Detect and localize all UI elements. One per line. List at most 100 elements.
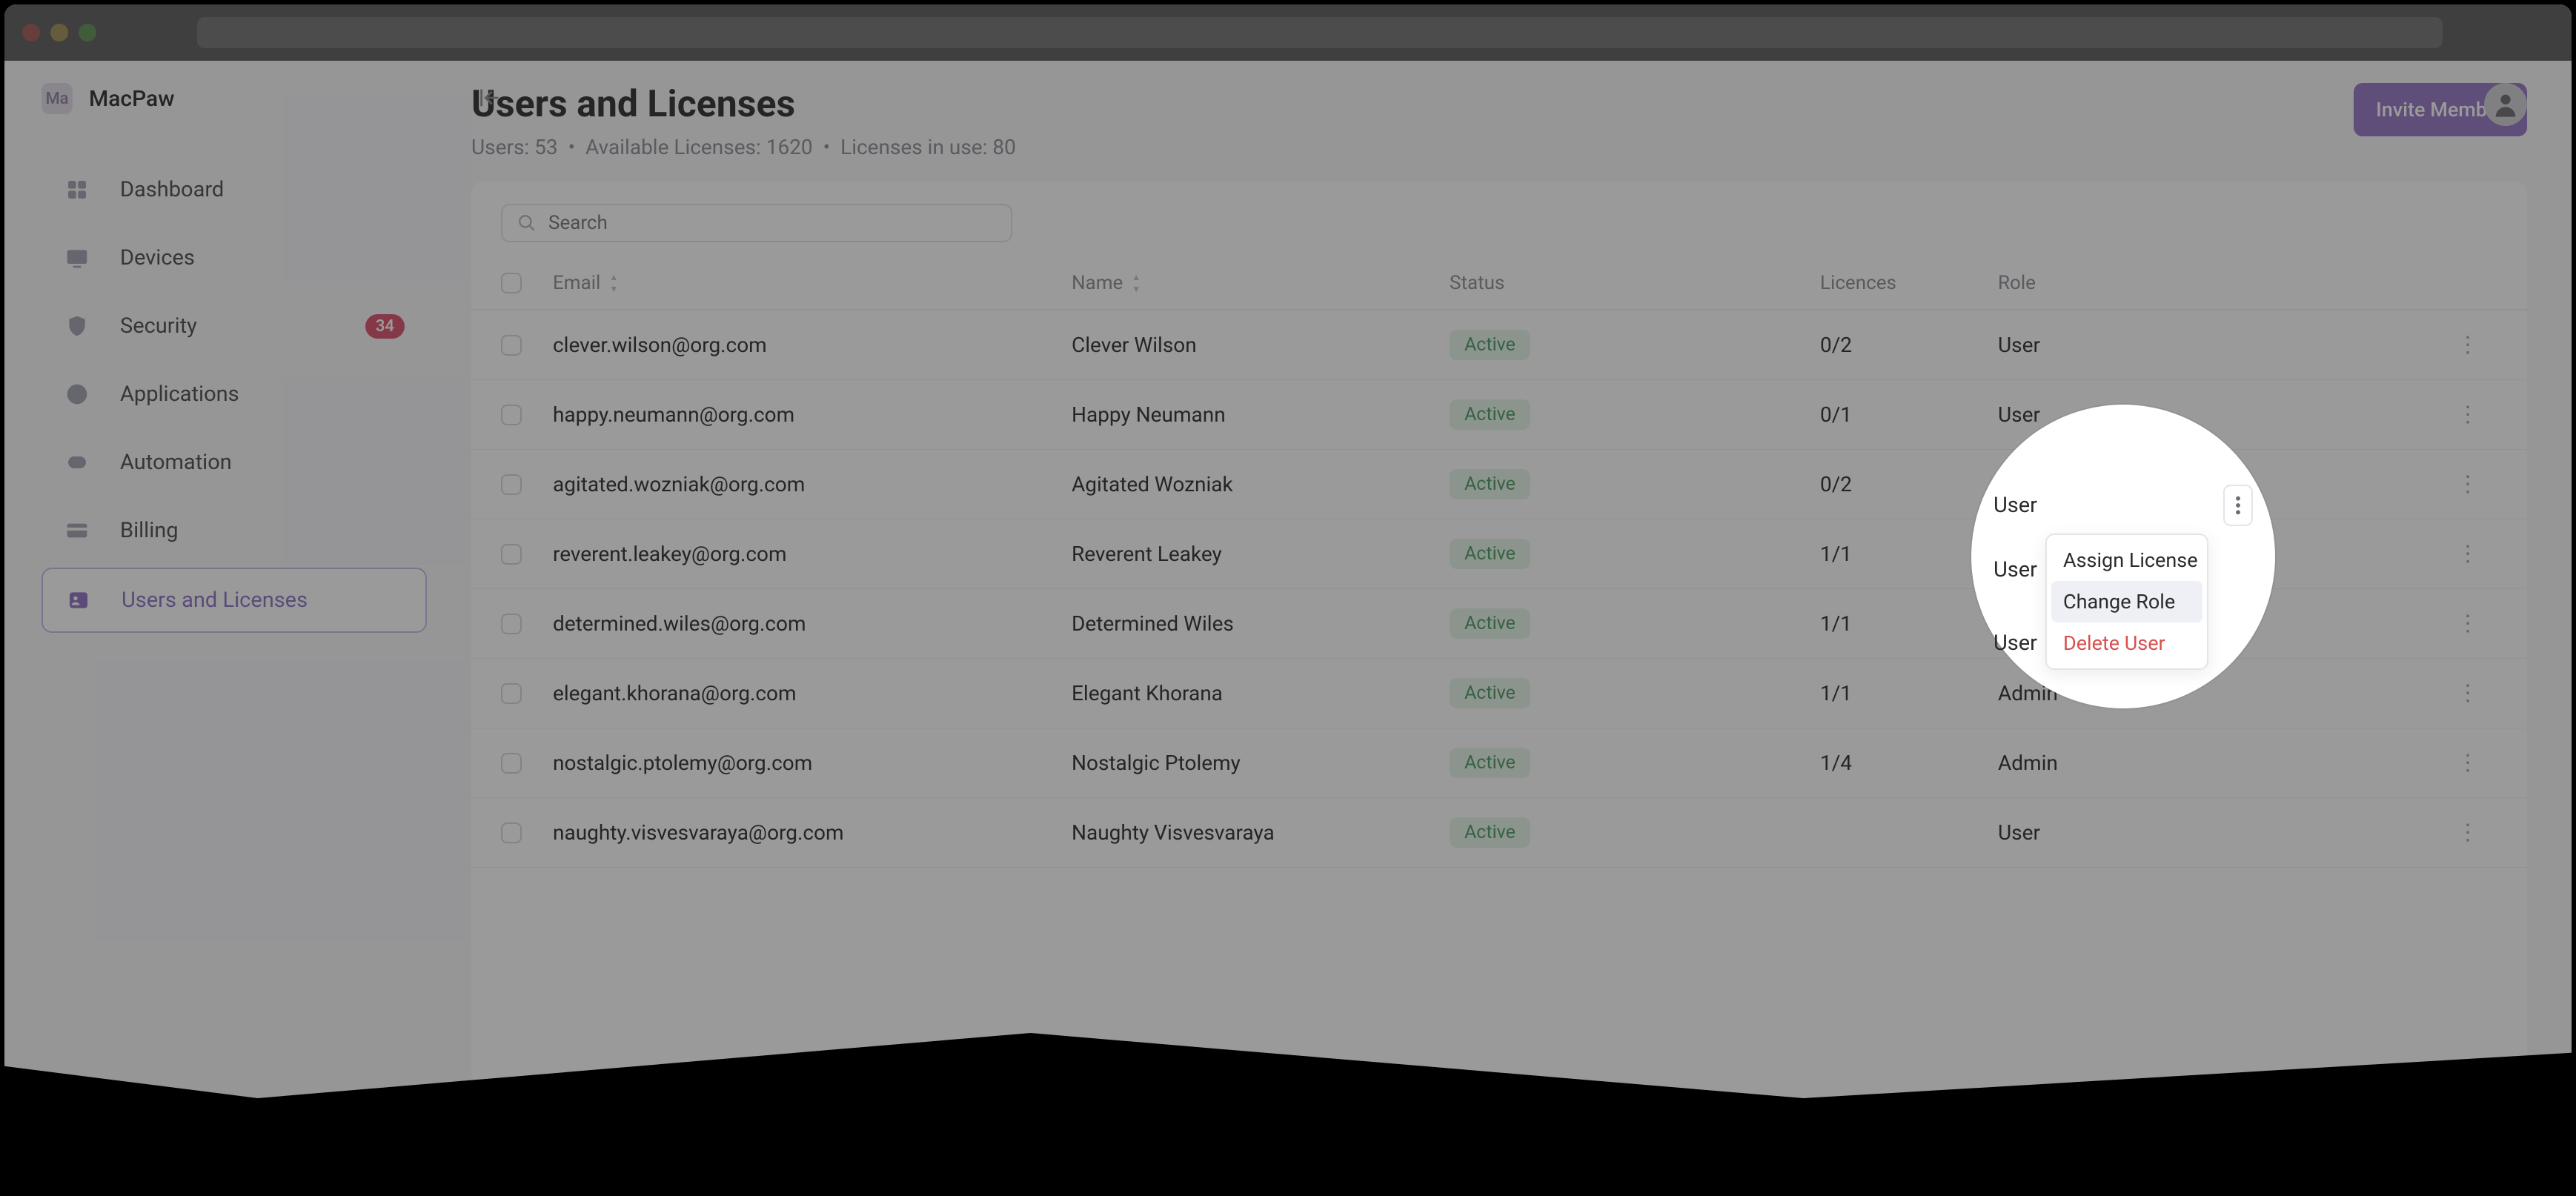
cell-email: determined.wiles@org.com bbox=[553, 611, 1072, 636]
cell-role: User bbox=[1998, 333, 2453, 357]
users-icon bbox=[65, 587, 92, 614]
row-checkbox[interactable] bbox=[501, 614, 522, 634]
status-badge: Active bbox=[1450, 399, 1530, 430]
stat-inuse: Licenses in use: 80 bbox=[840, 135, 1016, 159]
cell-role: Admin bbox=[1998, 751, 2453, 775]
row-actions-button[interactable]: ⋮ bbox=[2453, 609, 2483, 639]
cell-name: Agitated Wozniak bbox=[1072, 472, 1450, 496]
cell-email: naughty.visvesvaraya@org.com bbox=[553, 820, 1072, 845]
spotlight-circle: User User User Assign License Change Rol… bbox=[1971, 405, 2275, 708]
window-controls bbox=[22, 24, 96, 41]
sort-icon bbox=[1132, 272, 1141, 294]
sidebar: Ma MacPaw Dashboard Devices Security 34 … bbox=[4, 61, 464, 1196]
stat-users: Users: 53 bbox=[471, 135, 558, 159]
column-role: Role bbox=[1998, 272, 2453, 294]
row-checkbox[interactable] bbox=[501, 335, 522, 356]
column-email[interactable]: Email bbox=[553, 272, 1072, 294]
sidebar-item-dashboard[interactable]: Dashboard bbox=[42, 159, 427, 221]
status-badge: Active bbox=[1450, 748, 1530, 778]
sidebar-item-security[interactable]: Security 34 bbox=[42, 295, 427, 357]
menu-delete-user[interactable]: Delete User bbox=[2051, 622, 2202, 664]
cell-email: clever.wilson@org.com bbox=[553, 333, 1072, 357]
menu-change-role[interactable]: Change Role bbox=[2051, 581, 2202, 622]
search-box[interactable] bbox=[501, 204, 1012, 242]
billing-icon bbox=[64, 517, 90, 544]
sidebar-item-label: Security bbox=[120, 313, 197, 339]
address-bar[interactable] bbox=[197, 17, 2443, 48]
cell-role: User bbox=[1998, 820, 2453, 845]
row-actions-button[interactable]: ⋮ bbox=[2453, 539, 2483, 569]
org-name: MacPaw bbox=[89, 86, 175, 112]
maximize-window-icon[interactable] bbox=[79, 24, 96, 41]
row-actions-button[interactable]: ⋮ bbox=[2453, 400, 2483, 430]
row-actions-button[interactable]: ⋮ bbox=[2453, 818, 2483, 848]
cell-name: Determined Wiles bbox=[1072, 611, 1450, 636]
column-licences: Licences bbox=[1820, 272, 1998, 294]
menu-assign-license[interactable]: Assign License bbox=[2051, 539, 2202, 581]
sidebar-item-devices[interactable]: Devices bbox=[42, 227, 427, 289]
sort-icon bbox=[609, 272, 618, 294]
applications-icon bbox=[64, 381, 90, 408]
org-avatar: Ma bbox=[42, 83, 73, 114]
sidebar-item-applications[interactable]: Applications bbox=[42, 363, 427, 425]
row-actions-button[interactable]: ⋮ bbox=[2453, 470, 2483, 499]
cell-email: nostalgic.ptolemy@org.com bbox=[553, 751, 1072, 775]
status-badge: Active bbox=[1450, 817, 1530, 848]
row-actions-button[interactable]: ⋮ bbox=[2453, 679, 2483, 708]
table-header: Email Name Status Licences Role bbox=[471, 257, 2527, 310]
page-stats: Users: 53 • Available Licenses: 1620 • L… bbox=[471, 135, 1016, 159]
cell-name: Naughty Visvesvaraya bbox=[1072, 820, 1450, 845]
cell-name: Happy Neumann bbox=[1072, 402, 1450, 427]
page-title: Users and Licenses bbox=[471, 83, 1016, 126]
minimize-window-icon[interactable] bbox=[50, 24, 68, 41]
status-badge: Active bbox=[1450, 330, 1530, 360]
role-cell: User bbox=[1994, 631, 2037, 656]
status-badge: Active bbox=[1450, 678, 1530, 708]
column-status: Status bbox=[1450, 272, 1820, 294]
row-checkbox[interactable] bbox=[501, 405, 522, 425]
shield-icon bbox=[64, 313, 90, 339]
sidebar-item-users-licenses[interactable]: Users and Licenses bbox=[42, 568, 427, 633]
row-checkbox[interactable] bbox=[501, 753, 522, 774]
status-badge: Active bbox=[1450, 469, 1530, 499]
row-actions-button[interactable] bbox=[2223, 485, 2253, 526]
dashboard-icon bbox=[64, 176, 90, 203]
role-cell: User bbox=[1994, 557, 2037, 582]
row-checkbox[interactable] bbox=[501, 683, 522, 704]
org-selector[interactable]: Ma MacPaw bbox=[42, 83, 427, 114]
row-actions-button[interactable]: ⋮ bbox=[2453, 748, 2483, 778]
sidebar-item-billing[interactable]: Billing bbox=[42, 499, 427, 562]
cell-name: Clever Wilson bbox=[1072, 333, 1450, 357]
row-actions-button[interactable]: ⋮ bbox=[2453, 330, 2483, 360]
cell-email: happy.neumann@org.com bbox=[553, 402, 1072, 427]
search-icon bbox=[517, 213, 537, 233]
row-checkbox[interactable] bbox=[501, 823, 522, 843]
role-cell: User bbox=[1994, 493, 2037, 518]
titlebar bbox=[4, 4, 2572, 61]
column-name[interactable]: Name bbox=[1072, 272, 1450, 294]
table-row: clever.wilson@org.comClever WilsonActive… bbox=[471, 310, 2527, 380]
security-badge: 34 bbox=[365, 314, 405, 339]
sidebar-item-label: Applications bbox=[120, 382, 239, 407]
row-checkbox[interactable] bbox=[501, 544, 522, 565]
row-checkbox[interactable] bbox=[501, 474, 522, 495]
cell-email: elegant.khorana@org.com bbox=[553, 681, 1072, 705]
profile-avatar[interactable] bbox=[2484, 83, 2527, 126]
row-actions-menu: Assign License Change Role Delete User bbox=[2045, 534, 2208, 670]
close-window-icon[interactable] bbox=[22, 24, 40, 41]
select-all-checkbox[interactable] bbox=[501, 273, 522, 293]
cell-name: Reverent Leakey bbox=[1072, 542, 1450, 566]
cell-email: agitated.wozniak@org.com bbox=[553, 472, 1072, 496]
cell-name: Nostalgic Ptolemy bbox=[1072, 751, 1450, 775]
search-input[interactable] bbox=[548, 212, 996, 234]
sidebar-item-automation[interactable]: Automation bbox=[42, 431, 427, 494]
stat-available: Available Licenses: 1620 bbox=[585, 135, 813, 159]
cell-licences: 1/4 bbox=[1820, 751, 1998, 775]
devices-icon bbox=[64, 245, 90, 271]
cell-email: reverent.leakey@org.com bbox=[553, 542, 1072, 566]
cell-licences: 0/2 bbox=[1820, 333, 1998, 357]
page-header: Users and Licenses Users: 53 • Available… bbox=[471, 83, 2527, 159]
collapse-sidebar-button[interactable] bbox=[475, 83, 505, 113]
status-badge: Active bbox=[1450, 539, 1530, 569]
sidebar-item-label: Devices bbox=[120, 245, 195, 270]
